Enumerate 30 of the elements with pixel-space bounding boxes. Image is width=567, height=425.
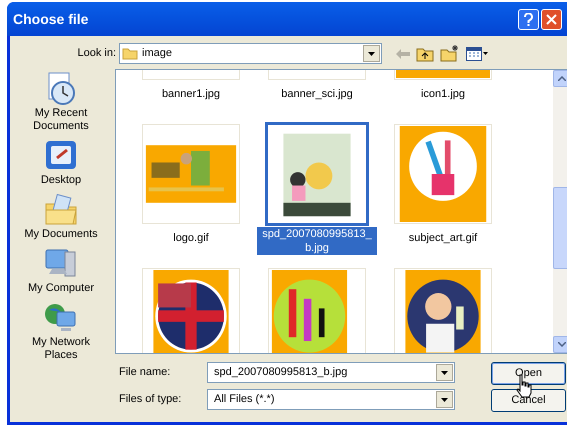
place-label[interactable]: Desktop (40, 174, 82, 187)
scrollbar-thumb[interactable] (553, 187, 567, 269)
place-label[interactable]: My Network Places (16, 336, 106, 362)
close-button[interactable] (541, 8, 562, 30)
question-mark-icon (524, 12, 533, 26)
scrollbar[interactable] (553, 70, 567, 353)
file-name[interactable]: spd_2007080995813_b.jpg (257, 227, 377, 255)
cancel-button[interactable]: Cancel (491, 389, 566, 412)
view-menu-icon[interactable] (466, 46, 488, 60)
place-label[interactable]: My Documents (24, 228, 98, 241)
folder-icon (122, 47, 138, 60)
up-folder-icon[interactable] (416, 46, 434, 62)
look-in-dropdown[interactable]: image (119, 43, 382, 64)
file-name[interactable]: subject_art.gif (408, 231, 478, 245)
open-button[interactable]: Open (491, 362, 566, 385)
file-name-field[interactable]: spd_2007080995813_b.jpg (207, 362, 455, 383)
file-type-dropdown[interactable]: All Files (*.*) (207, 389, 455, 410)
file-name-label: File name: (118, 365, 172, 380)
place-label[interactable]: My Recent Documents (16, 107, 106, 133)
place-label[interactable]: My Computer (28, 282, 94, 295)
file-name[interactable]: banner1.jpg (162, 87, 220, 101)
window-title: Choose file (13, 10, 90, 28)
file-name[interactable]: icon1.jpg (420, 87, 466, 101)
look-in-label: Look in: (76, 46, 117, 62)
close-icon (546, 14, 557, 24)
file-name[interactable]: logo.gif (173, 231, 209, 245)
new-folder-icon[interactable] (440, 45, 460, 62)
help-button[interactable] (518, 8, 539, 30)
file-name[interactable]: banner_sci.jpg (281, 87, 353, 101)
file-type-label: Files of type: (118, 392, 182, 408)
